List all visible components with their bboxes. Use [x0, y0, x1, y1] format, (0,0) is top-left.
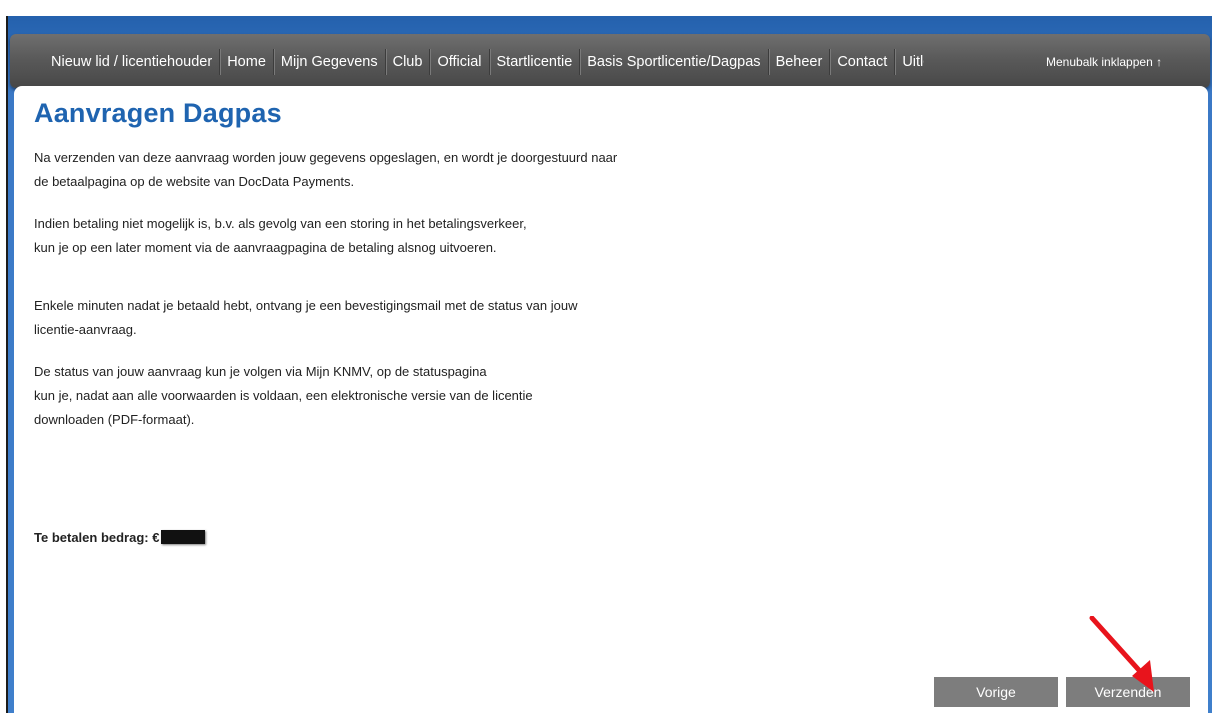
nav-item-home[interactable]: Home — [220, 49, 274, 75]
paragraph-line: kun je, nadat aan alle voorwaarden is vo… — [34, 388, 533, 403]
paragraph-line: de betaalpagina op de website van DocDat… — [34, 174, 355, 189]
nav-item-new-member[interactable]: Nieuw lid / licentiehouder — [44, 49, 221, 75]
page-title: Aanvragen Dagpas — [34, 98, 282, 128]
nav-item-start-license[interactable]: Startlicentie — [490, 49, 581, 75]
nav-item-contact[interactable]: Contact — [830, 49, 896, 75]
paragraph-line: Enkele minuten nadat je betaald hebt, on… — [34, 298, 578, 313]
paragraph-line: Na verzenden van deze aanvraag worden jo… — [34, 150, 618, 165]
nav-item-my-details[interactable]: Mijn Gegevens — [274, 49, 386, 75]
info-paragraph-confirmation: Enkele minuten nadat je betaald hebt, on… — [34, 294, 734, 342]
nav-item-club[interactable]: Club — [386, 49, 431, 75]
paragraph-line: kun je op een later moment via de aanvra… — [34, 240, 497, 255]
collapse-menu-link[interactable]: Menubalk inklappen ↑ — [1046, 49, 1162, 75]
amount-due: Te betalen bedrag: € — [34, 530, 206, 545]
redacted-amount — [161, 530, 206, 544]
previous-button[interactable]: Vorige — [934, 677, 1058, 707]
paragraph-line: downloaden (PDF-formaat). — [34, 412, 195, 427]
amount-due-label: Te betalen bedrag: € — [34, 530, 160, 545]
main-content: Aanvragen Dagpas Na verzenden van deze a… — [14, 86, 1208, 713]
nav-item-manage[interactable]: Beheer — [769, 49, 831, 75]
nav-item-logout[interactable]: Uitloggen — [895, 49, 924, 75]
window-top-strip — [0, 0, 1212, 16]
nav-item-basic-license-daypass[interactable]: Basis Sportlicentie/Dagpas — [580, 49, 769, 75]
submit-button[interactable]: Verzenden — [1066, 677, 1190, 707]
paragraph-line: licentie-aanvraag. — [34, 322, 137, 337]
info-paragraph-payment-failure: Indien betaling niet mogelijk is, b.v. a… — [34, 212, 734, 260]
paragraph-line: Indien betaling niet mogelijk is, b.v. a… — [34, 216, 527, 231]
info-paragraph-status: De status van jouw aanvraag kun je volge… — [34, 360, 734, 432]
app-window: Nieuw lid / licentiehouder Home Mijn Geg… — [0, 0, 1212, 713]
main-navbar: Nieuw lid / licentiehouder Home Mijn Geg… — [10, 34, 1210, 88]
paragraph-line: De status van jouw aanvraag kun je volge… — [34, 364, 487, 379]
nav-items: Nieuw lid / licentiehouder Home Mijn Geg… — [44, 49, 924, 75]
nav-item-official[interactable]: Official — [430, 49, 490, 75]
info-paragraph-redirect: Na verzenden van deze aanvraag worden jo… — [34, 146, 734, 194]
